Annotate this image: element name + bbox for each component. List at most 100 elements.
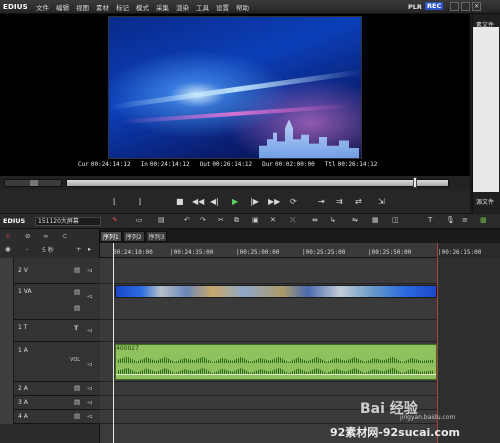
shuttle-handle[interactable] — [30, 180, 38, 186]
menu-mode[interactable]: 模式 — [136, 2, 149, 12]
snap-icon[interactable]: ▦ — [372, 216, 379, 224]
playhead[interactable] — [113, 243, 114, 443]
cut-icon[interactable]: ✂ — [218, 216, 224, 224]
app-logo: EDIUS — [3, 2, 28, 11]
rec-mode-button[interactable]: REC — [425, 2, 444, 10]
marker-icon[interactable]: ◫ — [392, 216, 399, 224]
mute-icon[interactable]: ◅ — [87, 326, 92, 334]
set-in-icon[interactable]: ⌊ — [113, 196, 116, 207]
export-icon[interactable]: ⇲ — [378, 196, 385, 207]
minimize-button[interactable] — [450, 2, 459, 11]
mute-icon[interactable]: ◅ — [87, 398, 92, 406]
ruler-label: 00:24:10:00 — [113, 249, 153, 256]
link-icon[interactable]: ⚠ — [5, 232, 11, 240]
title-icon[interactable]: T — [428, 216, 432, 224]
volume-rubberband[interactable] — [116, 374, 436, 375]
menu-file[interactable]: 文件 — [36, 2, 49, 12]
plr-mode-button[interactable]: PLR — [408, 3, 422, 11]
menu-bar: EDIUS 文件 编辑 视图 素材 标记 模式 采集 渲染 工具 设置 帮助 P… — [0, 0, 500, 14]
sync-lock-icon[interactable]: ⊂ — [62, 232, 67, 240]
save-icon[interactable]: ▤ — [158, 216, 165, 224]
menu-view[interactable]: 视图 — [76, 2, 89, 12]
tc-ttl: Ttl 00:26:14:12 — [324, 161, 378, 168]
group-icon[interactable]: ⊘ — [25, 232, 30, 240]
loop-icon[interactable]: ⟳ — [290, 196, 297, 207]
title-track-icon: T — [74, 324, 79, 332]
mute-icon[interactable]: ◅ — [87, 266, 92, 274]
track-header-a4[interactable]: 4 A ▤ ◅ — [0, 410, 100, 424]
track-settings-icon[interactable]: ▤ — [74, 412, 80, 420]
menu-clip[interactable]: 素材 — [96, 2, 109, 12]
video-clip[interactable] — [115, 285, 437, 298]
zoom-level[interactable]: 5 秒 — [42, 245, 54, 254]
track-header-a2[interactable]: 2 A ▤ ◅ — [0, 382, 100, 396]
close-icon[interactable]: × — [472, 2, 481, 11]
overwrite-icon[interactable]: ⇉ — [336, 196, 343, 207]
track-settings-icon[interactable]: ▤ — [74, 384, 80, 392]
play-icon[interactable]: ▶ — [232, 196, 238, 207]
menu-edit[interactable]: 编辑 — [56, 2, 69, 12]
sequence-tabs: 序列1 序列2 序列3 — [100, 231, 168, 242]
rewind-icon[interactable]: ◀◀ — [192, 196, 204, 207]
track-header-a1[interactable]: 1 A VOL ◅ — [0, 342, 100, 382]
baidu-watermark-sub: jingyan.baidu.com — [400, 414, 456, 421]
split-icon[interactable]: ⇹ — [312, 216, 318, 224]
replace-icon[interactable]: ⇄ — [355, 196, 362, 207]
mute-icon[interactable]: ◅ — [87, 412, 92, 420]
set-out-icon[interactable]: ⌋ — [138, 196, 141, 207]
zoom-out-icon[interactable]: - — [26, 245, 28, 253]
zoom-in-icon[interactable]: + — [76, 245, 81, 253]
track-header-t1[interactable]: 1 T T ◅ — [0, 320, 100, 342]
position-slider[interactable] — [66, 179, 449, 187]
track-header-a3[interactable]: 3 A ▤ ◅ — [0, 396, 100, 410]
mixer-icon[interactable]: ≡ — [462, 216, 468, 224]
maximize-button[interactable] — [461, 2, 470, 11]
menu-marker[interactable]: 标记 — [116, 2, 129, 12]
copy-icon[interactable]: ⧉ — [234, 216, 239, 225]
delete-icon[interactable]: ✕ — [270, 216, 276, 224]
menu-tools[interactable]: 工具 — [196, 2, 209, 12]
track-header-va1[interactable]: 1 VA ▤ ▤ ◅ — [0, 284, 100, 320]
add-cut-icon[interactable]: ↳ — [330, 216, 336, 224]
new-sequence-icon[interactable]: ✎ — [112, 216, 118, 224]
source-tab[interactable]: 源文件 — [476, 197, 494, 206]
fast-forward-icon[interactable]: ▶▶ — [268, 196, 280, 207]
ruler-label: |00:25:00:00 — [236, 249, 280, 256]
voiceover-icon[interactable]: 🎙 — [446, 216, 455, 224]
mute-icon[interactable]: ◅ — [87, 360, 92, 368]
track-header-v2[interactable]: 2 V ▤ ◅ — [0, 258, 100, 284]
paste-icon[interactable]: ▣ — [252, 216, 259, 224]
mute-icon[interactable]: ◅ — [87, 292, 92, 300]
menu-settings[interactable]: 设置 — [216, 2, 229, 12]
redo-icon[interactable]: ↷ — [200, 216, 206, 224]
ripple-icon[interactable]: ∞ — [43, 232, 48, 240]
menu-capture[interactable]: 采集 — [156, 2, 169, 12]
ruler-label: |00:25:50:00 — [368, 249, 412, 256]
open-icon[interactable]: ▭ — [136, 216, 143, 224]
tab-sequence-3[interactable]: 序列3 — [145, 231, 168, 242]
bin-list[interactable] — [473, 27, 499, 192]
tab-sequence-1[interactable]: 序列1 — [100, 231, 122, 242]
menu-help[interactable]: 帮助 — [236, 2, 249, 12]
tab-sequence-2[interactable]: 序列2 — [122, 231, 145, 242]
stop-icon[interactable]: ■ — [176, 196, 184, 207]
menu-render[interactable]: 渲染 — [176, 2, 189, 12]
settings-icon[interactable]: ▩ — [480, 216, 487, 224]
step-back-icon[interactable]: ◀| — [210, 196, 219, 207]
track-audio-icon[interactable]: ▤ — [74, 304, 80, 312]
ripple-delete-icon[interactable]: ⤫ — [290, 216, 296, 225]
mute-icon[interactable]: ◅ — [87, 384, 92, 392]
track-settings-icon[interactable]: ▤ — [74, 398, 80, 406]
step-forward-icon[interactable]: |▶ — [250, 196, 259, 207]
track-settings-icon[interactable]: ▤ — [74, 288, 80, 296]
insert-icon[interactable]: ⇥ — [318, 196, 325, 207]
record-icon[interactable]: ◉ — [5, 245, 11, 253]
menu-arrow-icon[interactable]: ▸ — [88, 245, 91, 253]
site-watermark: 92素材网-92sucai.com — [330, 426, 460, 439]
sync-icon[interactable]: ⇋ — [352, 216, 358, 224]
undo-icon[interactable]: ↶ — [184, 216, 190, 224]
position-knob[interactable] — [413, 177, 417, 188]
track-settings-icon[interactable]: ▤ — [74, 266, 80, 274]
tc-dur: Dur 00:02:00:00 — [262, 161, 315, 168]
city-skyline — [259, 119, 359, 158]
